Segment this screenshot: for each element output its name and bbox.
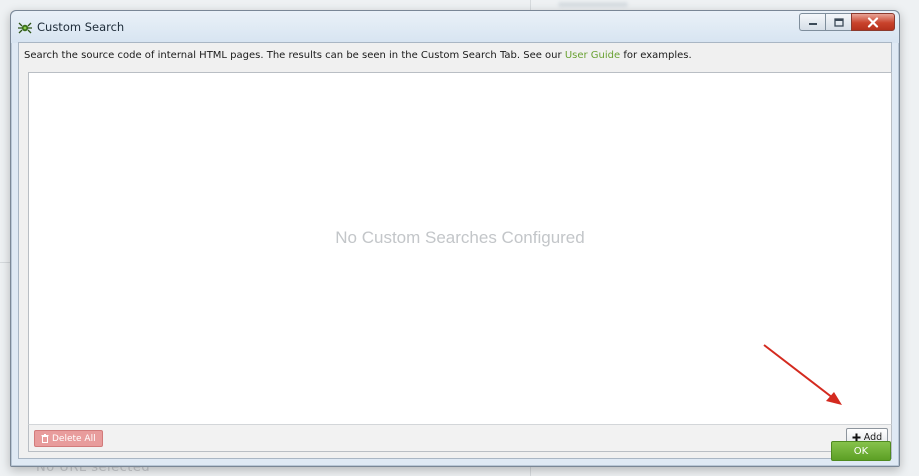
- spider-icon: [18, 22, 32, 34]
- custom-search-list[interactable]: No Custom Searches Configured: [28, 72, 892, 426]
- description-suffix: for examples.: [620, 50, 692, 61]
- dialog-content: Search the source code of internal HTML …: [18, 42, 892, 461]
- list-footer-toolbar: Delete All Add: [28, 424, 892, 452]
- description-prefix: Search the source code of internal HTML …: [24, 50, 565, 61]
- dialog-title: Custom Search: [37, 20, 125, 34]
- title-bar[interactable]: Custom Search: [11, 11, 899, 43]
- custom-search-dialog: Custom Search Search the source code of …: [10, 10, 900, 467]
- close-icon: [867, 16, 879, 28]
- close-button[interactable]: [851, 13, 895, 31]
- user-guide-link[interactable]: User Guide: [565, 50, 620, 61]
- minimize-button[interactable]: [799, 13, 825, 31]
- window-controls: [799, 13, 895, 33]
- ok-button[interactable]: OK: [831, 441, 891, 461]
- delete-all-label: Delete All: [52, 433, 96, 444]
- background-blurred-text: [558, 2, 628, 7]
- minimize-icon: [808, 23, 817, 25]
- maximize-icon: [833, 17, 844, 27]
- description-text: Search the source code of internal HTML …: [24, 50, 692, 61]
- empty-state-message: No Custom Searches Configured: [335, 228, 585, 247]
- background-divider: [530, 466, 531, 476]
- background-divider: [0, 262, 10, 263]
- maximize-button[interactable]: [825, 13, 851, 31]
- trash-icon: [41, 434, 49, 443]
- delete-all-button[interactable]: Delete All: [34, 430, 103, 447]
